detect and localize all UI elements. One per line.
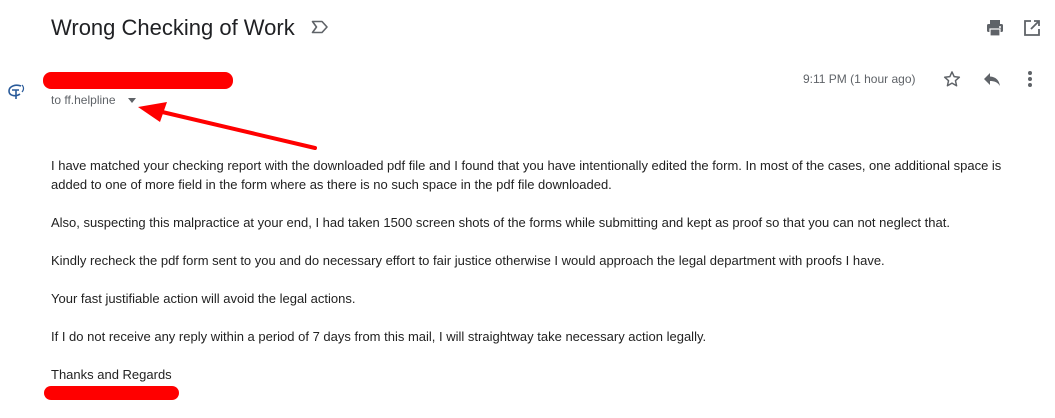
- avatar-icon: [6, 82, 28, 102]
- paragraph-5: If I do not receive any reply within a p…: [51, 329, 707, 344]
- popout-icon[interactable]: [1022, 18, 1042, 38]
- annotation-arrow: [130, 100, 330, 160]
- label-icon[interactable]: [311, 20, 329, 34]
- closing: Thanks and Regards: [51, 367, 172, 382]
- signature-redaction: [44, 386, 179, 400]
- paragraph-2: Also, suspecting this malpractice at you…: [51, 215, 950, 230]
- print-icon[interactable]: [985, 18, 1005, 38]
- paragraph-1-line-2: added to one of more field in the form w…: [51, 177, 612, 192]
- reply-icon[interactable]: [983, 71, 1001, 87]
- sender-name-redaction: [43, 72, 233, 89]
- more-vert-icon[interactable]: [1027, 70, 1033, 88]
- paragraph-3: Kindly recheck the pdf form sent to you …: [51, 253, 885, 268]
- email-subject: Wrong Checking of Work: [51, 15, 295, 40]
- message-timestamp: 9:11 PM (1 hour ago): [803, 72, 916, 86]
- star-icon[interactable]: [943, 70, 961, 88]
- paragraph-4: Your fast justifiable action will avoid …: [51, 291, 356, 306]
- recipient-line: to ff.helpline: [51, 93, 116, 107]
